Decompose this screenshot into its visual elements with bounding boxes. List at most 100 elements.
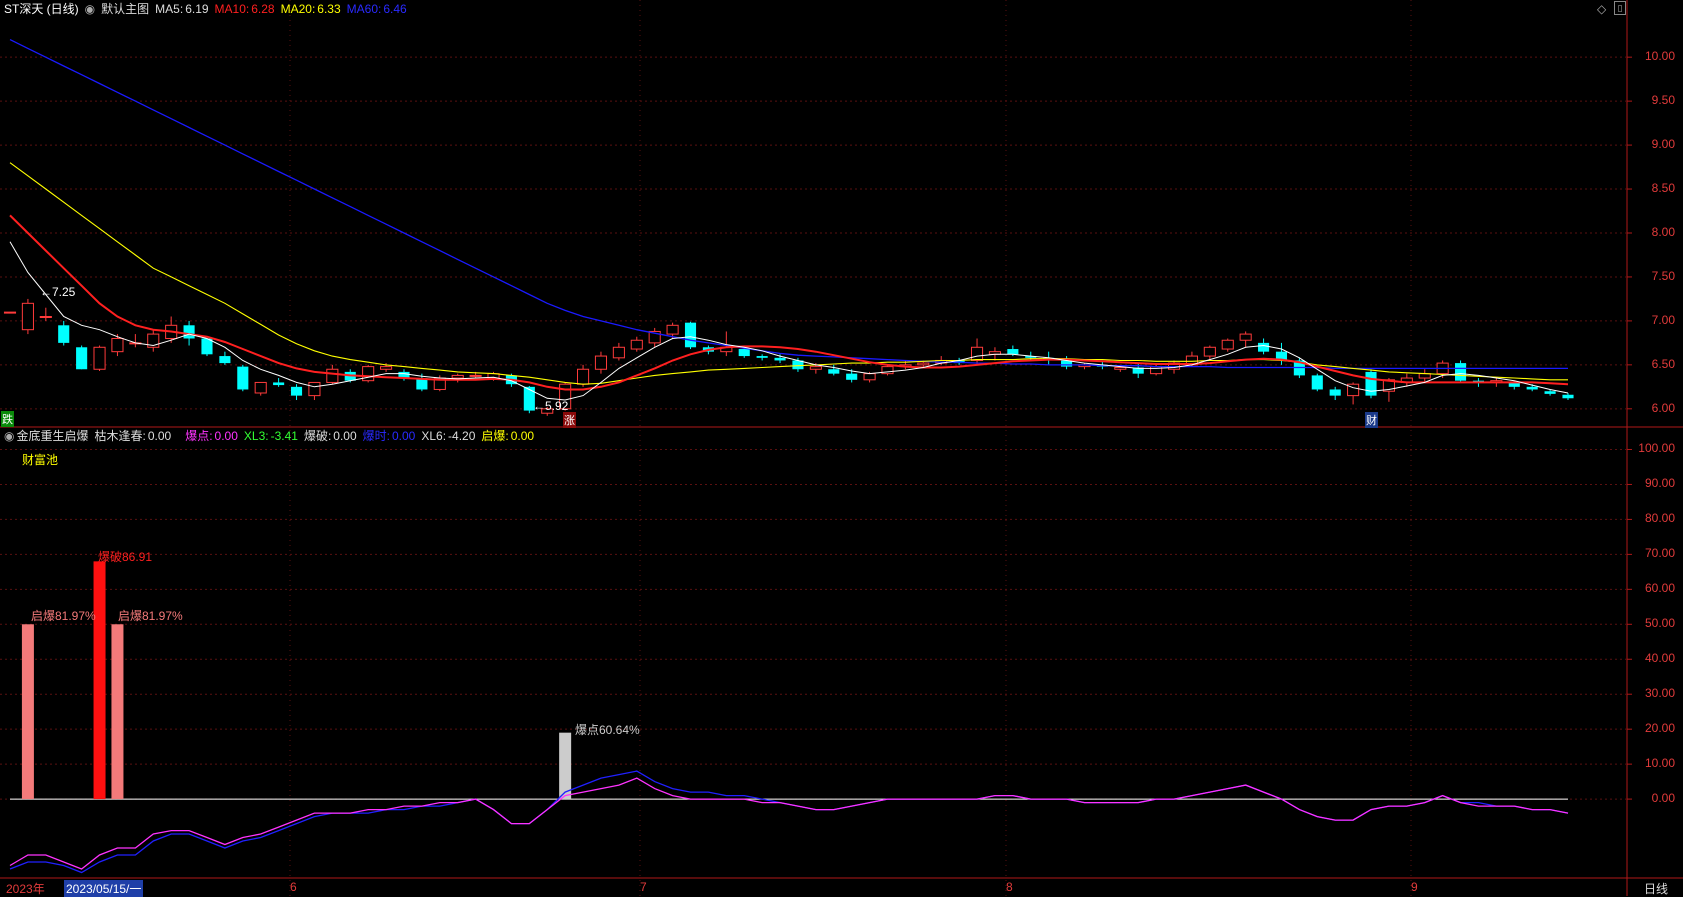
baodian-value: 0.00 [214, 429, 238, 443]
template-label[interactable]: 默认主图 [101, 2, 149, 16]
candle-body [846, 373, 858, 380]
candle-body [76, 347, 88, 370]
symbol-title[interactable]: ST深天 (日线) [4, 2, 79, 16]
price-tick-label: 6.00 [1651, 400, 1675, 415]
kumu-value: 0.00 [147, 429, 172, 443]
candle-body [1526, 386, 1538, 390]
candle-body [970, 346, 984, 361]
indicator-tick-label: 0.00 [1651, 791, 1675, 806]
ma20-line [9, 162, 1568, 385]
xl6-value: -4.20 [448, 429, 476, 443]
indicator-toggle-icon[interactable]: ◉ [4, 429, 14, 443]
candle-body [237, 366, 249, 390]
price-tick-label: 7.50 [1651, 268, 1675, 283]
candle-body [1329, 389, 1341, 396]
main-chart-header: ST深天 (日线) ◉ 默认主图 MA5: 6.19 MA10: 6.28 MA20: 6.33… [4, 1, 413, 17]
qibao-value: 0.00 [510, 429, 535, 443]
baopo-label: 爆破: [303, 429, 332, 443]
month-6-label: 6 [290, 880, 297, 894]
candle-body [1544, 391, 1556, 394]
candle-body [738, 349, 750, 357]
candle-body [1455, 363, 1467, 381]
signal-bar [111, 624, 124, 800]
candle-body [1007, 349, 1019, 355]
indicator-tick-label: 90.00 [1644, 476, 1675, 491]
xl6-line [9, 770, 1569, 874]
indicator-name[interactable]: 金底重生启爆 [16, 429, 88, 443]
candle-body [1150, 366, 1163, 375]
chart-canvas[interactable] [0, 0, 1683, 896]
candle-body [917, 362, 930, 366]
price-tick-label: 6.50 [1651, 356, 1675, 371]
candle-body [756, 356, 768, 358]
candle-body [451, 374, 464, 379]
candle-body [774, 357, 786, 361]
candle-body [1562, 394, 1574, 399]
ma60-value: 6.46 [383, 2, 407, 16]
candle-body [254, 381, 267, 394]
candle-body [1311, 375, 1323, 390]
candle-body [863, 373, 876, 381]
qibao-bar-label-2: 启爆81.97% [118, 609, 183, 623]
ma20-label: MA20: [280, 2, 316, 16]
candle-body [326, 368, 339, 383]
candle-body [612, 346, 625, 359]
candle-body [809, 366, 822, 370]
low-price-marker: ←5.92 [533, 399, 569, 413]
signal-bar [21, 624, 34, 800]
price-tick-label: 10.00 [1644, 49, 1675, 64]
candle-body [1258, 342, 1270, 352]
high-price-marker: ←7.25 [40, 285, 76, 299]
ma5-label: MA5: [155, 2, 184, 16]
candle-body [1114, 366, 1127, 370]
baodian-bar-label: 爆点60.64% [575, 723, 640, 737]
candle-body [828, 369, 840, 374]
ma10-value: 6.28 [251, 2, 275, 16]
xl3-value: -3.41 [270, 429, 298, 443]
price-tick-label: 9.50 [1651, 93, 1675, 108]
template-toggle-icon[interactable]: ◉ [85, 2, 95, 16]
price-tick-label: 8.50 [1651, 181, 1675, 196]
qibao-label: 启爆: [481, 429, 509, 443]
period-label[interactable]: 日线 [1644, 880, 1668, 897]
indicator-tick-label: 100.00 [1638, 441, 1675, 456]
candle-body [93, 346, 106, 370]
ma10-line [9, 214, 1569, 391]
candle-body [219, 356, 231, 364]
high-price-value: 7.25 [52, 285, 76, 299]
candle-body [630, 339, 643, 350]
zhang-badge[interactable]: 涨 [563, 412, 576, 428]
indicator-tick-label: 10.00 [1644, 756, 1675, 771]
panel-toggle-icon[interactable]: ▯ [1614, 1, 1626, 15]
candle-body [308, 381, 321, 397]
cai-badge[interactable]: 财 [1365, 412, 1378, 428]
candle-body [111, 337, 124, 353]
baopo-value: 0.00 [333, 429, 357, 443]
year-label: 2023年 [6, 882, 45, 896]
signal-bar [559, 732, 572, 800]
candle-body [362, 366, 375, 382]
candle-body [577, 368, 590, 385]
indicator-tick-label: 80.00 [1644, 511, 1675, 526]
candle-body [684, 322, 697, 348]
candle-body [1365, 371, 1377, 396]
signal-bar [93, 561, 106, 800]
month-7-label: 7 [640, 880, 647, 894]
indicator-tick-label: 20.00 [1644, 721, 1675, 736]
diamond-icon[interactable]: ◇ [1597, 2, 1606, 16]
candle-body [1239, 333, 1252, 341]
xl3-label: XL3: [243, 429, 269, 443]
month-8-label: 8 [1006, 880, 1013, 894]
baoshi-label: 爆时: [362, 429, 390, 443]
candle-body [469, 374, 482, 377]
down-badge[interactable]: 跌 [1, 411, 14, 427]
indicator-tick-label: 40.00 [1644, 651, 1675, 666]
qibao-bar-label-1: 启爆81.97% [31, 609, 96, 623]
kumu-label: 枯木逢春: [94, 429, 146, 443]
indicator-tick-label: 60.00 [1644, 581, 1675, 596]
candle-body [183, 325, 195, 339]
low-price-value: 5.92 [545, 399, 569, 413]
price-tick-label: 8.00 [1651, 224, 1675, 239]
candle-body [380, 366, 393, 370]
candle-body [666, 324, 679, 335]
